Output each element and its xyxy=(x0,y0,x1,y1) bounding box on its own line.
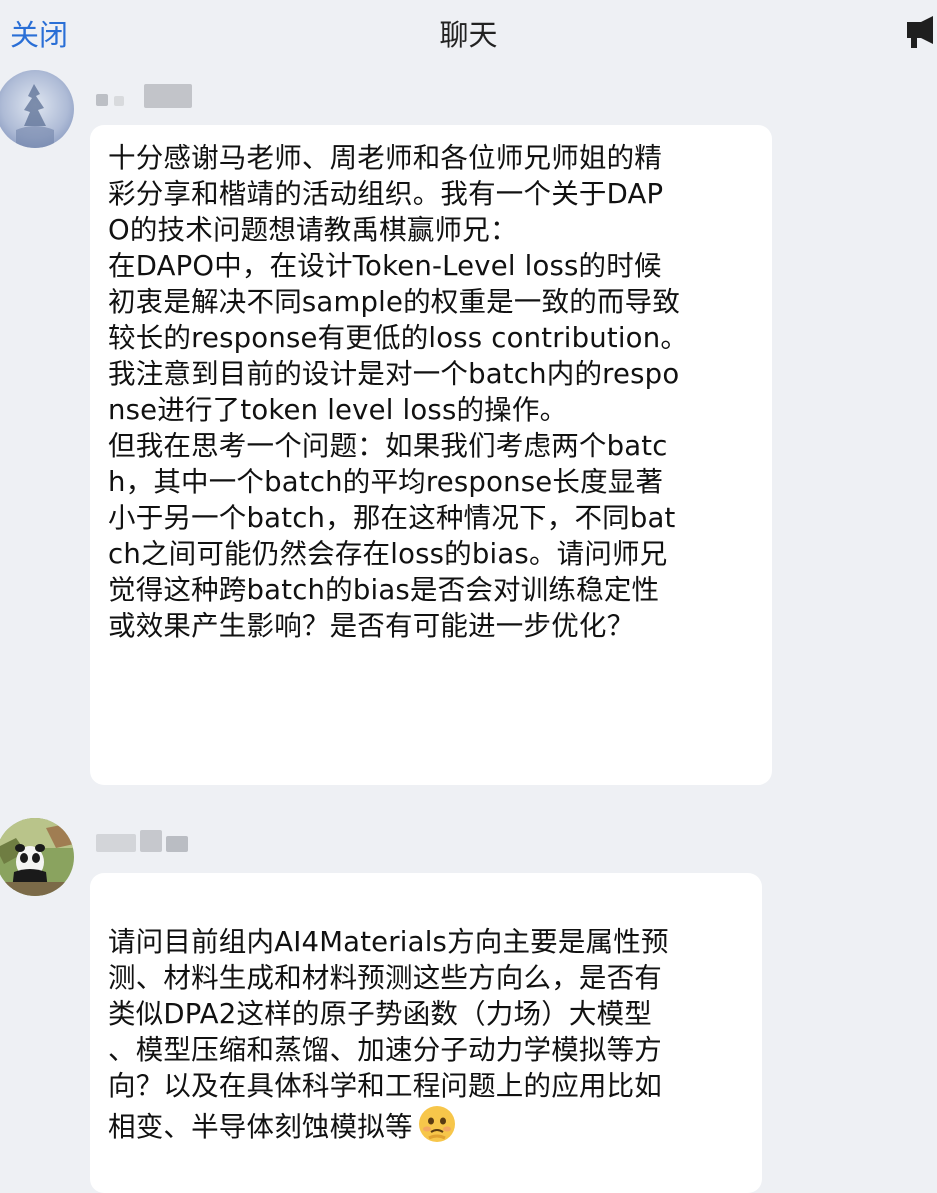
message-text: 请问目前组内AI4Materials方向主要是属性预 测、材料生成和材料预测这些… xyxy=(108,926,669,1143)
sender-avatar[interactable] xyxy=(0,70,74,148)
emoji-face-icon xyxy=(418,1106,455,1142)
page-title: 聊天 xyxy=(439,18,498,52)
message-bubble[interactable]: 请问目前组内AI4Materials方向主要是属性预 测、材料生成和材料预测这些… xyxy=(90,873,762,1193)
sender-name-redacted xyxy=(92,830,202,852)
message-bubble[interactable]: 十分感谢马老师、周老师和各位师兄师姐的精 彩分享和楷靖的活动组织。我有一个关于D… xyxy=(90,125,772,785)
sender-avatar[interactable] xyxy=(0,818,74,896)
top-bar: 关闭 聊天 xyxy=(0,0,937,64)
speaker-icon[interactable] xyxy=(903,14,937,52)
avatar-image xyxy=(0,70,74,148)
panda-avatar xyxy=(0,818,74,896)
sender-name-redacted xyxy=(92,84,202,108)
